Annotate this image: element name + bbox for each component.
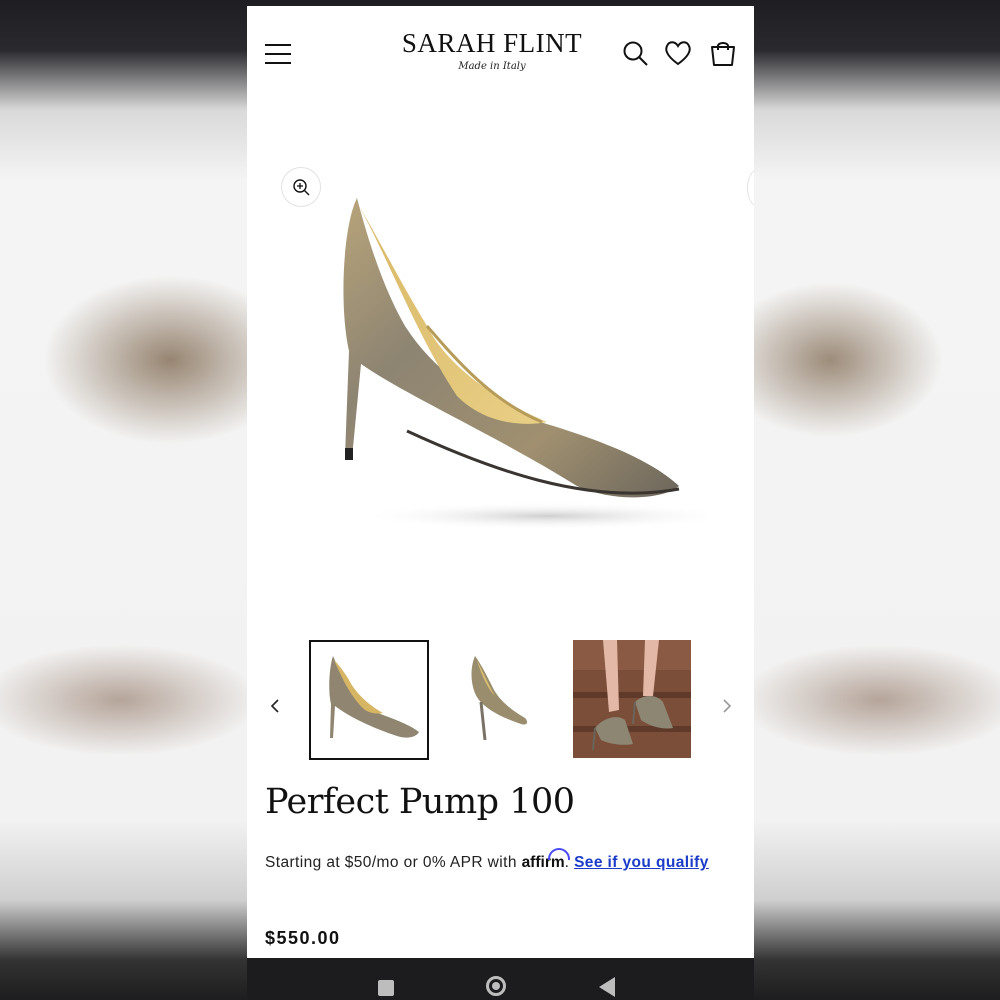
affirm-logo: affirm bbox=[522, 848, 570, 871]
product-price: $550.00 bbox=[265, 928, 341, 948]
chevron-right-icon[interactable] bbox=[717, 696, 737, 716]
recents-icon[interactable] bbox=[378, 980, 394, 996]
thumbnail-worn-on-steps[interactable] bbox=[573, 640, 693, 760]
see-if-you-qualify-link[interactable]: See if you qualify bbox=[574, 854, 709, 871]
site-header: SARAH FLINT Made in Italy bbox=[247, 6, 754, 102]
home-icon[interactable] bbox=[486, 976, 506, 996]
heart-icon[interactable] bbox=[663, 38, 693, 68]
thumbnail-side-view[interactable] bbox=[309, 640, 429, 760]
chevron-left-icon[interactable] bbox=[265, 696, 285, 716]
brand-tagline: Made in Italy bbox=[458, 61, 526, 72]
back-icon[interactable] bbox=[599, 977, 615, 997]
android-nav-bar bbox=[247, 958, 754, 1000]
next-slide-peek[interactable] bbox=[747, 169, 754, 207]
financing-message: Starting at $50/mo or 0% APR with affirm… bbox=[265, 848, 735, 877]
menu-icon[interactable] bbox=[265, 42, 291, 66]
financing-prefix: Starting at $50/mo or 0% APR with bbox=[265, 854, 522, 871]
brand-logo[interactable]: SARAH FLINT Made in Italy bbox=[387, 28, 597, 74]
product-title: Perfect Pump 100 bbox=[265, 782, 575, 822]
product-main-image[interactable] bbox=[287, 186, 707, 536]
affirm-arc-icon bbox=[547, 848, 570, 860]
phone-screen: SARAH FLINT Made in Italy Perfect Pump 1… bbox=[247, 6, 754, 1000]
brand-name: SARAH FLINT bbox=[401, 28, 583, 58]
cart-icon[interactable] bbox=[708, 38, 738, 68]
search-icon[interactable] bbox=[621, 38, 651, 68]
thumbnail-back-view[interactable] bbox=[429, 640, 549, 760]
